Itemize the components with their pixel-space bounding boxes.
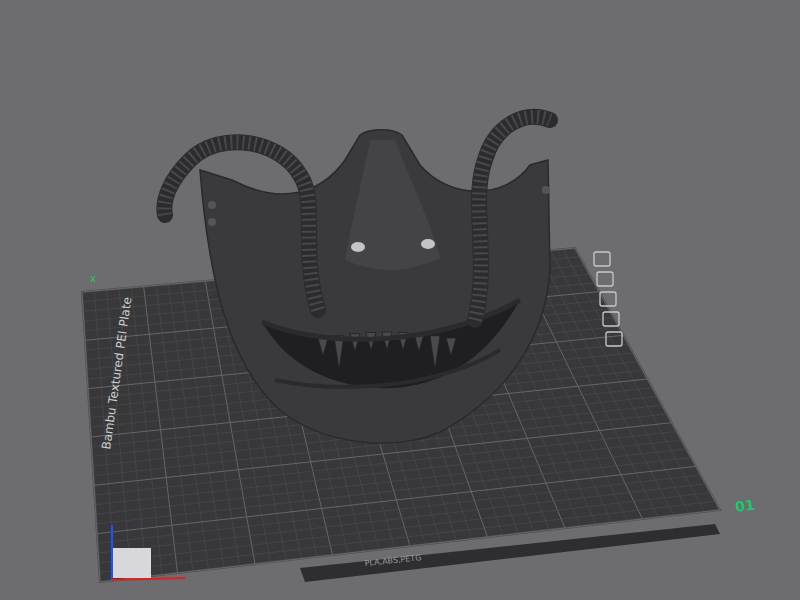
plate-number: 01 bbox=[734, 496, 756, 515]
axis-label: x bbox=[90, 273, 96, 284]
plate-tools bbox=[594, 252, 622, 346]
plate-filaments: PLA,ABS,PETG bbox=[364, 553, 422, 568]
mask-model[interactable] bbox=[164, 117, 550, 443]
plate-label-strip bbox=[300, 524, 720, 582]
plate-tool-icon[interactable] bbox=[594, 252, 610, 266]
plate-tool-icon[interactable] bbox=[600, 292, 616, 306]
axes-icon bbox=[112, 525, 185, 580]
plate-name: Bambu Textured PEI Plate bbox=[99, 296, 134, 450]
plate-tool-icon[interactable] bbox=[597, 272, 613, 286]
scene[interactable]: PLA,ABS,PETG Bambu Textured PEI Plate 01 x bbox=[0, 0, 800, 600]
3d-viewport[interactable]: PLA,ABS,PETG Bambu Textured PEI Plate 01 x bbox=[0, 0, 800, 600]
plate-tool-icon[interactable] bbox=[606, 332, 622, 346]
plate-tool-icon[interactable] bbox=[603, 312, 619, 326]
